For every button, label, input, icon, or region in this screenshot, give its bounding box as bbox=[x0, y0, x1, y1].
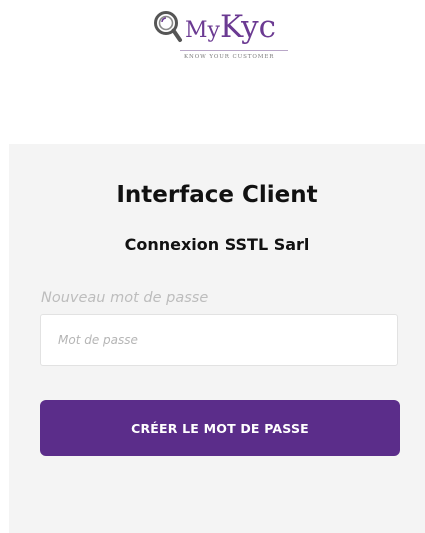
magnifier-icon bbox=[154, 11, 182, 42]
page-title: Interface Client bbox=[116, 182, 318, 208]
login-card: Interface Client Connexion SSTL Sarl Nou… bbox=[9, 144, 425, 533]
password-input[interactable] bbox=[40, 314, 398, 366]
logo-wordmark: MyKyc bbox=[185, 8, 277, 45]
logo-row: MyKyc bbox=[153, 10, 276, 44]
company-subtitle: Connexion SSTL Sarl bbox=[124, 235, 310, 254]
brand-logo: MyKyc KNOW YOUR CUSTOMER bbox=[0, 0, 425, 80]
password-label: Nouveau mot de passe bbox=[41, 290, 209, 306]
logo-prefix: My bbox=[185, 17, 220, 43]
page: MyKyc KNOW YOUR CUSTOMER Interface Clien… bbox=[0, 0, 425, 533]
logo-tagline: KNOW YOUR CUSTOMER bbox=[184, 54, 275, 60]
create-password-button[interactable]: CRÉER LE MOT DE PASSE bbox=[40, 400, 400, 456]
logo-divider bbox=[180, 50, 288, 51]
logo-main: Kyc bbox=[219, 8, 277, 45]
